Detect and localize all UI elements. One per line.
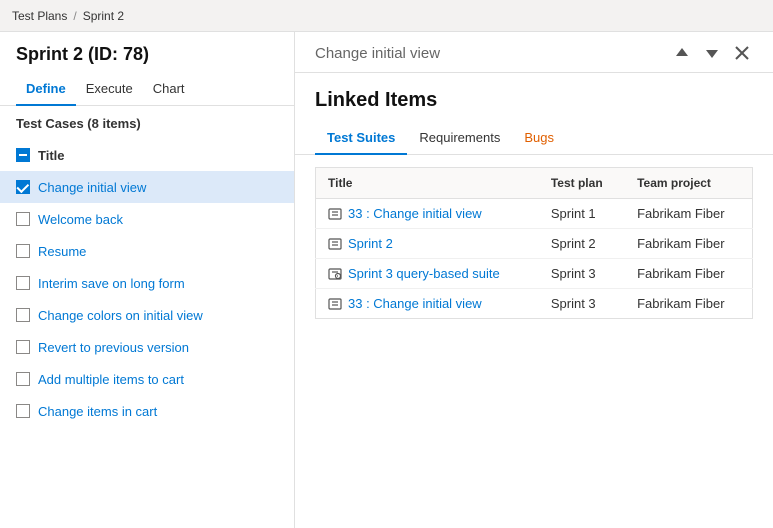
tabs-bar: Define Execute Chart: [0, 73, 294, 106]
list-item-3[interactable]: Interim save on long form: [0, 267, 294, 299]
test-cases-list: Title Change initial view Welcome back R…: [0, 139, 294, 528]
checkbox-4[interactable]: [16, 308, 30, 322]
linked-tab-test-suites[interactable]: Test Suites: [315, 122, 407, 155]
row-2-title[interactable]: Sprint 3 query-based suite: [348, 266, 500, 281]
navigate-up-button[interactable]: [671, 42, 693, 64]
tab-define[interactable]: Define: [16, 73, 76, 106]
test-cases-header: Test Cases (8 items): [0, 106, 294, 139]
item-label-2: Resume: [38, 244, 86, 259]
col-header-title: Title: [316, 168, 539, 199]
linked-table-container: Title Test plan Team project: [295, 155, 773, 528]
item-label-7: Change items in cart: [38, 404, 157, 419]
checkbox-3[interactable]: [16, 276, 30, 290]
checkbox-7[interactable]: [16, 404, 30, 418]
item-label-6: Add multiple items to cart: [38, 372, 184, 387]
checkbox-0[interactable]: [16, 180, 30, 194]
checkbox-1[interactable]: [16, 212, 30, 226]
checkbox-5[interactable]: [16, 340, 30, 354]
row-1-test-plan: Sprint 2: [539, 229, 625, 259]
left-panel: Sprint 2 (ID: 78) Define Execute Chart T…: [0, 32, 295, 528]
table-cell-title: 33 : Change initial view: [316, 289, 539, 319]
list-item-title[interactable]: Title: [0, 139, 294, 171]
row-2-team-project: Fabrikam Fiber: [625, 259, 752, 289]
item-label-3: Interim save on long form: [38, 276, 185, 291]
table-row: 33 : Change initial view Sprint 3 Fabrik…: [316, 289, 753, 319]
checkbox-title[interactable]: [16, 148, 30, 162]
linked-tabs: Test Suites Requirements Bugs: [295, 122, 773, 155]
row-1-title[interactable]: Sprint 2: [348, 236, 393, 251]
navigate-down-button[interactable]: [701, 42, 723, 64]
col-header-team-project: Team project: [625, 168, 752, 199]
panel-title: Change initial view: [315, 45, 440, 62]
linked-tab-requirements[interactable]: Requirements: [407, 122, 512, 155]
list-item-0[interactable]: Change initial view: [0, 171, 294, 203]
col-header-test-plan: Test plan: [539, 168, 625, 199]
row-3-title[interactable]: 33 : Change initial view: [348, 296, 482, 311]
list-item-1[interactable]: Welcome back: [0, 203, 294, 235]
row-3-team-project: Fabrikam Fiber: [625, 289, 752, 319]
item-label-title: Title: [38, 148, 65, 163]
row-0-test-plan: Sprint 1: [539, 199, 625, 229]
close-button[interactable]: [731, 42, 753, 64]
down-arrow-icon: [705, 46, 719, 60]
item-label-0: Change initial view: [38, 180, 146, 195]
query-suite-icon: [328, 267, 342, 281]
list-item-4[interactable]: Change colors on initial view: [0, 299, 294, 331]
row-0-team-project: Fabrikam Fiber: [625, 199, 752, 229]
table-row: 33 : Change initial view Sprint 1 Fabrik…: [316, 199, 753, 229]
checkbox-6[interactable]: [16, 372, 30, 386]
item-label-5: Revert to previous version: [38, 340, 189, 355]
right-panel-header: Change initial view: [295, 32, 773, 73]
suite-icon: [328, 237, 342, 251]
tab-execute[interactable]: Execute: [76, 73, 143, 106]
right-panel: Change initial view: [295, 32, 773, 528]
suite-icon: [328, 297, 342, 311]
row-3-test-plan: Sprint 3: [539, 289, 625, 319]
table-cell-title: Sprint 2: [316, 229, 539, 259]
breadcrumb-part2[interactable]: Sprint 2: [83, 9, 124, 23]
row-1-team-project: Fabrikam Fiber: [625, 229, 752, 259]
breadcrumb-separator: /: [73, 9, 76, 23]
table-cell-title: Sprint 3 query-based suite: [316, 259, 539, 289]
item-label-4: Change colors on initial view: [38, 308, 203, 323]
list-item-2[interactable]: Resume: [0, 235, 294, 267]
checkbox-2[interactable]: [16, 244, 30, 258]
list-item-6[interactable]: Add multiple items to cart: [0, 363, 294, 395]
linked-tab-bugs[interactable]: Bugs: [512, 122, 566, 155]
sprint-title: Sprint 2 (ID: 78): [0, 32, 294, 73]
row-0-title[interactable]: 33 : Change initial view: [348, 206, 482, 221]
list-item-7[interactable]: Change items in cart: [0, 395, 294, 427]
item-label-1: Welcome back: [38, 212, 123, 227]
breadcrumb: Test Plans / Sprint 2: [0, 0, 773, 32]
table-row: Sprint 3 query-based suite Sprint 3 Fabr…: [316, 259, 753, 289]
table-row: Sprint 2 Sprint 2 Fabrikam Fiber: [316, 229, 753, 259]
linked-table: Title Test plan Team project: [315, 167, 753, 319]
up-arrow-icon: [675, 46, 689, 60]
breadcrumb-part1[interactable]: Test Plans: [12, 9, 67, 23]
row-2-test-plan: Sprint 3: [539, 259, 625, 289]
linked-items-title: Linked Items: [295, 73, 773, 122]
close-icon: [735, 46, 749, 60]
table-cell-title: 33 : Change initial view: [316, 199, 539, 229]
tab-chart[interactable]: Chart: [143, 73, 195, 106]
header-actions: [671, 42, 753, 64]
list-item-5[interactable]: Revert to previous version: [0, 331, 294, 363]
suite-icon: [328, 207, 342, 221]
